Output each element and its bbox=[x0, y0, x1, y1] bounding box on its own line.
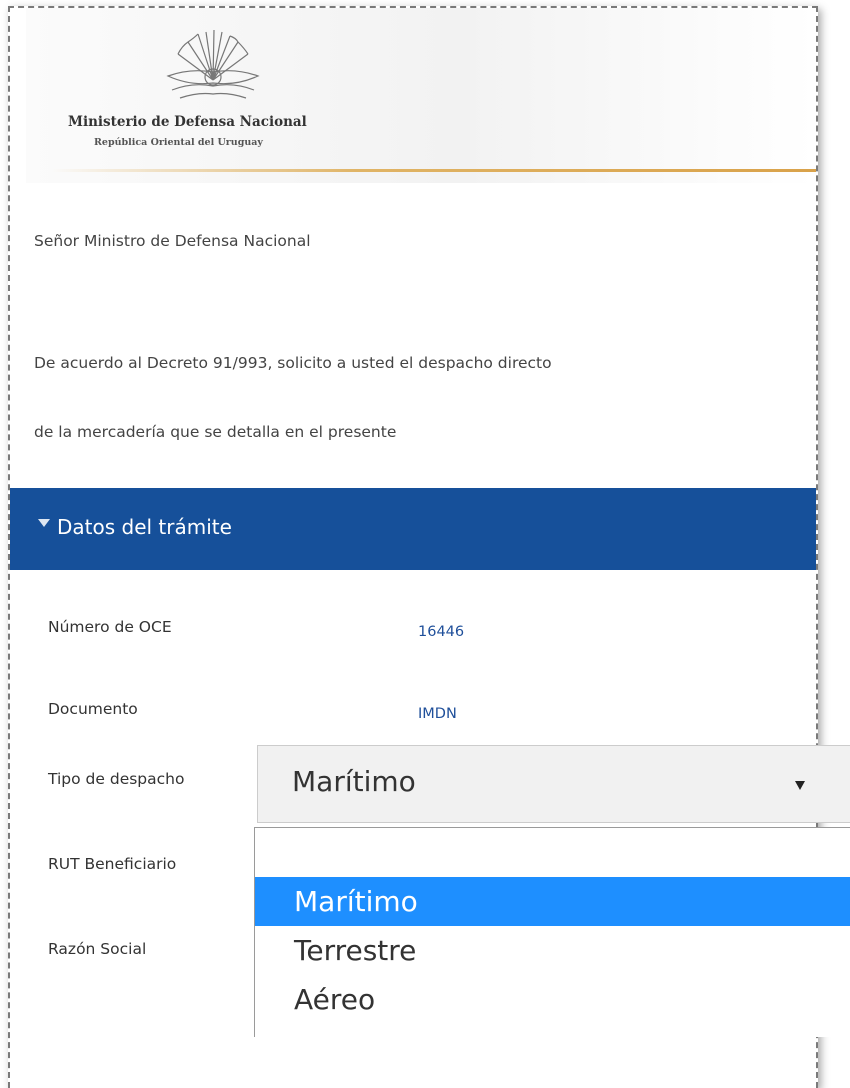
tipo-despacho-dropdown: Marítimo Terrestre Aéreo bbox=[254, 827, 850, 1037]
oce-label: Número de OCE bbox=[48, 618, 172, 636]
triangle-down-icon bbox=[38, 519, 50, 527]
caret-down-icon bbox=[795, 781, 805, 790]
select-caret-area[interactable] bbox=[766, 746, 850, 822]
select-current-value: Marítimo bbox=[292, 765, 416, 798]
razon-social-label: Razón Social bbox=[48, 940, 147, 958]
oce-value: 16446 bbox=[418, 624, 465, 640]
letter-line-1: De acuerdo al Decreto 91/993, solicito a… bbox=[34, 354, 552, 372]
section-header-datos[interactable]: Datos del trámite bbox=[10, 488, 816, 570]
page-header: Ministerio de Defensa Nacional República… bbox=[10, 8, 816, 203]
option-terrestre[interactable]: Terrestre bbox=[255, 926, 850, 975]
tipo-despacho-select[interactable]: Marítimo bbox=[257, 745, 850, 823]
tipo-despacho-label: Tipo de despacho bbox=[48, 770, 185, 788]
documento-label: Documento bbox=[48, 700, 138, 718]
documento-value: IMDN bbox=[418, 706, 457, 722]
letter-line-2: de la mercadería que se detalla en el pr… bbox=[34, 423, 397, 441]
ministry-subtitle: República Oriental del Uruguay bbox=[94, 137, 263, 148]
header-divider bbox=[50, 169, 816, 172]
section-title: Datos del trámite bbox=[57, 515, 232, 539]
option-aereo[interactable]: Aéreo bbox=[255, 975, 850, 1024]
option-empty[interactable] bbox=[255, 828, 850, 877]
option-maritimo[interactable]: Marítimo bbox=[255, 877, 850, 926]
sun-emblem-icon bbox=[166, 29, 260, 99]
ministry-name: Ministerio de Defensa Nacional bbox=[68, 114, 307, 130]
salutation-text: Señor Ministro de Defensa Nacional bbox=[34, 232, 311, 250]
header-background bbox=[26, 8, 816, 183]
rut-beneficiario-label: RUT Beneficiario bbox=[48, 855, 177, 873]
